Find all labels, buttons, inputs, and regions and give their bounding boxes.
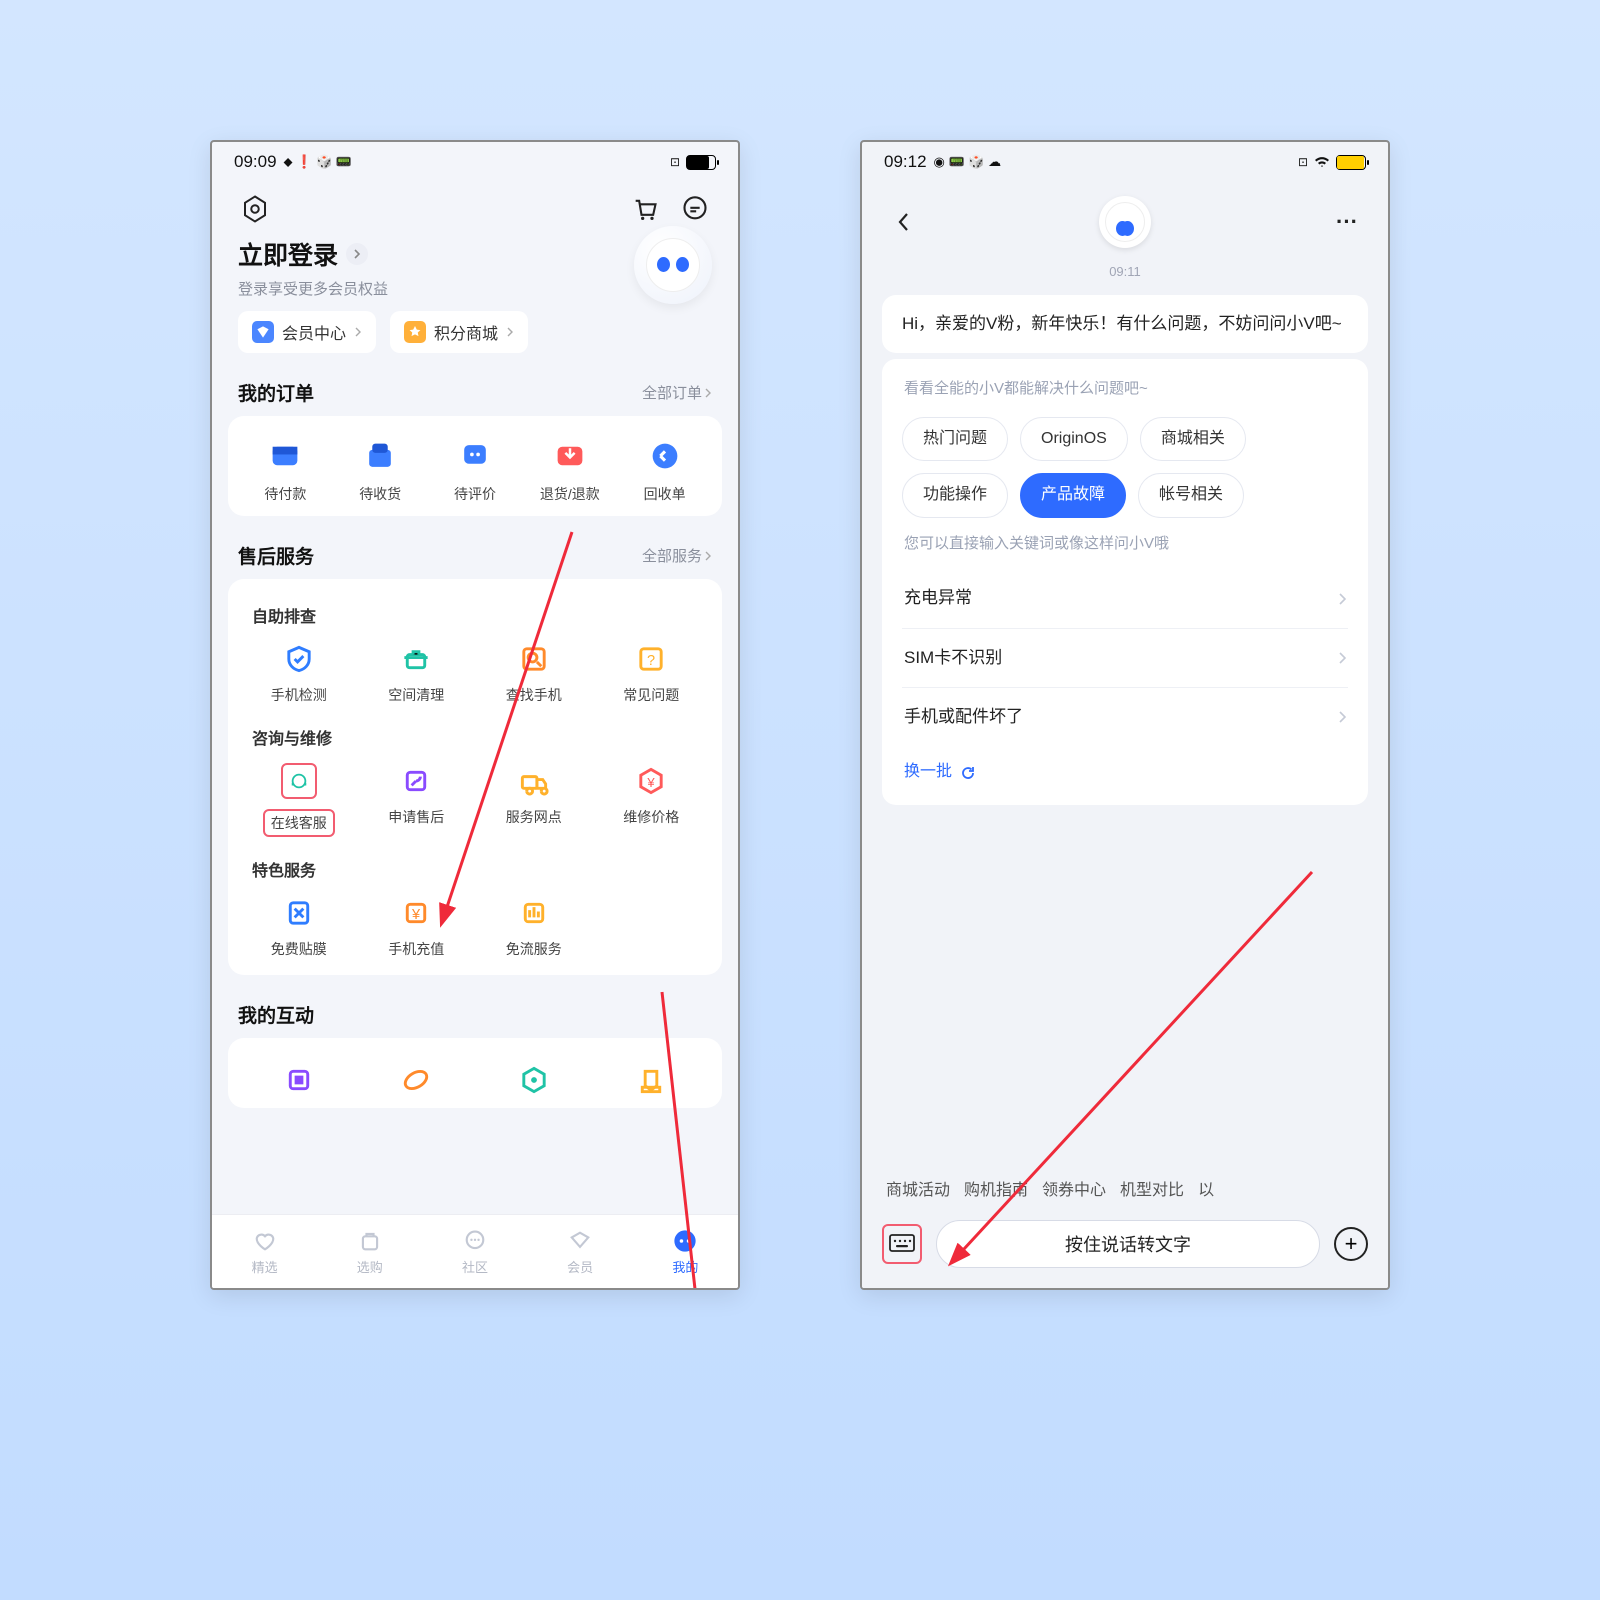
quick-links: 会员中心 积分商城	[212, 311, 738, 365]
quick-link[interactable]: 领券中心	[1042, 1176, 1106, 1200]
login-title: 立即登录	[238, 236, 338, 272]
phone-left: 09:09 ⬥ ❗ 🎲 📟 ⊡ 立即登录 登录享受更多会员权益	[210, 140, 740, 1290]
service-item[interactable]: 手机检测	[240, 641, 358, 705]
all-orders-link[interactable]: 全部订单	[642, 382, 712, 403]
tab-2[interactable]: 社区	[462, 1228, 488, 1276]
service-item[interactable]: ? 常见问题	[593, 641, 711, 705]
service-item[interactable]: 服务网点	[475, 763, 593, 837]
tab-4[interactable]: 我的	[672, 1228, 698, 1276]
quick-link[interactable]: 商城活动	[886, 1176, 950, 1200]
add-button[interactable]: +	[1334, 1227, 1368, 1261]
chat-input-bar: 按住说话转文字 +	[862, 1210, 1388, 1288]
bottom-tabs: 精选 选购 社区 会员 我的	[212, 1214, 738, 1288]
topic-pill[interactable]: 产品故障	[1020, 473, 1126, 518]
svg-text:¥: ¥	[647, 775, 656, 790]
bot-avatar	[1099, 196, 1151, 248]
question-item[interactable]: 充电异常	[902, 569, 1348, 627]
top-bar	[212, 182, 738, 230]
topic-pill[interactable]: 功能操作	[902, 473, 1008, 518]
tab-3[interactable]: 会员	[567, 1228, 593, 1276]
order-item[interactable]: 待评价	[430, 436, 520, 504]
status-time: 09:12	[884, 152, 927, 172]
chevron-right-icon	[346, 243, 368, 265]
quick-links-row: 商城活动购机指南领券中心机型对比以	[862, 1166, 1388, 1210]
service-item[interactable]: 在线客服	[240, 763, 358, 837]
question-item[interactable]: 手机或配件坏了	[902, 687, 1348, 746]
quick-link[interactable]: 购机指南	[964, 1176, 1028, 1200]
order-item[interactable]: 待付款	[240, 436, 330, 504]
battery-icon	[1336, 155, 1366, 170]
service-item[interactable]: 申请售后	[358, 763, 476, 837]
topic-pill[interactable]: 帐号相关	[1138, 473, 1244, 518]
interact-card	[228, 1038, 722, 1108]
more-button[interactable]: ···	[1330, 205, 1364, 239]
service-header: 售后服务 全部服务	[212, 528, 738, 579]
battery-icon	[686, 155, 716, 170]
points-mall-chip[interactable]: 积分商城	[390, 311, 528, 353]
interact-header: 我的互动	[212, 987, 738, 1038]
svg-text:¥: ¥	[411, 907, 421, 923]
order-item[interactable]: 退货/退款	[525, 436, 615, 504]
message-time: 09:11	[882, 254, 1368, 289]
status-time: 09:09	[234, 152, 277, 172]
service-item[interactable]: 免费贴膜	[240, 895, 358, 959]
member-center-chip[interactable]: 会员中心	[238, 311, 376, 353]
status-bar: 09:12 ◉ 📟 🎲 ☁ ⊡	[862, 142, 1388, 182]
topic-pill[interactable]: OriginOS	[1020, 417, 1128, 462]
interact-item[interactable]	[240, 1062, 358, 1098]
voice-input-button[interactable]: 按住说话转文字	[936, 1220, 1320, 1268]
messages-icon[interactable]	[678, 192, 712, 226]
service-item[interactable]: ¥ 维修价格	[593, 763, 711, 837]
refresh-button[interactable]: 换一批	[902, 746, 1348, 799]
tab-0[interactable]: 精选	[252, 1228, 278, 1276]
svg-text:?: ?	[647, 653, 655, 669]
settings-hex-icon[interactable]	[238, 192, 272, 226]
keyboard-toggle[interactable]	[882, 1224, 922, 1264]
conversation: 09:11 Hi，亲爱的V粉，新年快乐！有什么问题，不妨问问小V吧~ 看看全能的…	[862, 254, 1388, 1166]
interact-item[interactable]	[358, 1062, 476, 1098]
service-item[interactable]: ¥ 手机充值	[358, 895, 476, 959]
quick-link[interactable]: 机型对比	[1120, 1176, 1184, 1200]
user-avatar[interactable]	[634, 226, 712, 304]
quick-link[interactable]: 以	[1198, 1176, 1214, 1200]
service-card: 自助排查 手机检测 空间清理 查找手机 ? 常见问题 咨询与维修 在线客服 申请…	[228, 579, 722, 975]
question-item[interactable]: SIM卡不识别	[902, 628, 1348, 687]
orders-card: 待付款 待收货 待评价 退货/退款 回收单	[228, 416, 722, 516]
cart-icon[interactable]	[628, 192, 662, 226]
status-bar: 09:09 ⬥ ❗ 🎲 📟 ⊡	[212, 142, 738, 182]
interact-item[interactable]	[593, 1062, 711, 1098]
order-item[interactable]: 待收货	[335, 436, 425, 504]
all-services-link[interactable]: 全部服务	[642, 545, 712, 566]
bot-message: Hi，亲爱的V粉，新年快乐！有什么问题，不妨问问小V吧~	[882, 295, 1368, 353]
service-item[interactable]: 空间清理	[358, 641, 476, 705]
phone-right: 09:12 ◉ 📟 🎲 ☁ ⊡ ··· 09:11 Hi，亲爱的V粉，新年快乐！…	[860, 140, 1390, 1290]
bot-suggestions: 看看全能的小V都能解决什么问题吧~ 热门问题OriginOS商城相关功能操作产品…	[882, 359, 1368, 805]
service-item[interactable]: 查找手机	[475, 641, 593, 705]
profile-section: 立即登录 登录享受更多会员权益	[212, 230, 738, 311]
order-item[interactable]: 回收单	[620, 436, 710, 504]
tab-1[interactable]: 选购	[357, 1228, 383, 1276]
service-item[interactable]: 免流服务	[475, 895, 593, 959]
topic-pill[interactable]: 商城相关	[1140, 417, 1246, 462]
interact-item[interactable]	[475, 1062, 593, 1098]
topic-pill[interactable]: 热门问题	[902, 417, 1008, 462]
back-button[interactable]	[886, 205, 920, 239]
chat-header: ···	[862, 182, 1388, 254]
orders-header: 我的订单 全部订单	[212, 365, 738, 416]
